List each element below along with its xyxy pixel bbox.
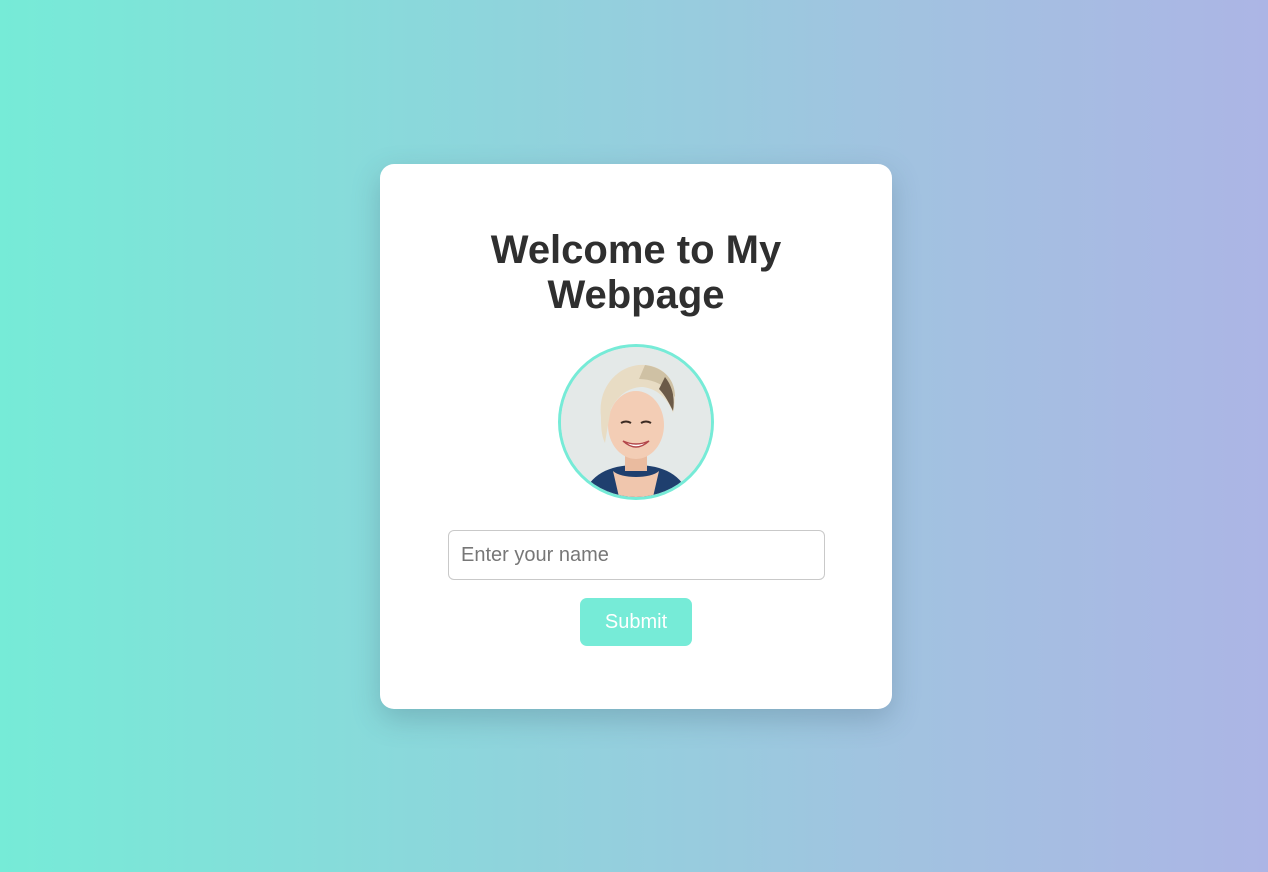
submit-button[interactable]: Submit: [580, 598, 692, 646]
welcome-card: Welcome to My Webpage Submit: [380, 164, 892, 709]
name-input[interactable]: [448, 530, 825, 580]
profile-photo-icon: [561, 347, 711, 497]
avatar: [558, 344, 714, 500]
page-title: Welcome to My Webpage: [490, 228, 782, 317]
